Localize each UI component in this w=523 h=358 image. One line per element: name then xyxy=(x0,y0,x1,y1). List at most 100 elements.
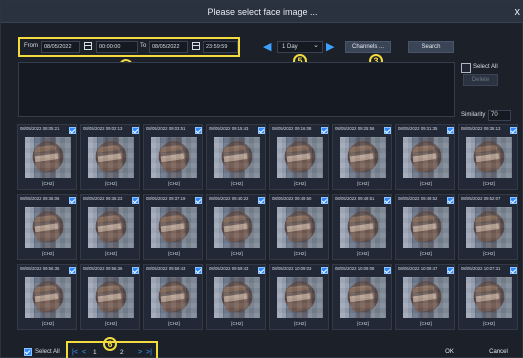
thumbnail-checkbox[interactable] xyxy=(195,197,202,204)
thumbnail-channel: [CH2] xyxy=(168,321,180,326)
thumbnail-timestamp: 08/05/2022 10:09:47 xyxy=(398,266,438,271)
face-thumbnail[interactable]: 08/05/2022 09:56:35 [CH2] xyxy=(17,264,77,330)
face-thumbnail[interactable]: 08/05/2022 09:56:36 [CH2] xyxy=(80,264,140,330)
face-image xyxy=(88,207,134,248)
face-image xyxy=(88,277,134,318)
thumbnail-checkbox[interactable] xyxy=(69,267,76,274)
face-thumbnail[interactable]: 08/05/2022 09:59:43 [CH2] xyxy=(206,264,266,330)
thumbnail-channel: [CH2] xyxy=(483,321,495,326)
face-thumbnail[interactable]: 08/05/2022 10:09:03 [CH2] xyxy=(269,264,329,330)
face-image xyxy=(340,277,386,318)
selected-face-area xyxy=(18,62,455,117)
thumbnail-checkbox[interactable] xyxy=(69,197,76,204)
thumbnail-checkbox[interactable] xyxy=(132,127,139,134)
next-range-arrow-icon[interactable]: ▶ xyxy=(326,40,334,53)
thumbnail-checkbox[interactable] xyxy=(510,197,517,204)
thumbnail-checkbox[interactable] xyxy=(258,127,265,134)
side-select-all-checkbox[interactable] xyxy=(461,63,471,73)
thumbnail-checkbox[interactable] xyxy=(321,127,328,134)
thumbnail-checkbox[interactable] xyxy=(384,127,391,134)
thumbnail-checkbox[interactable] xyxy=(258,197,265,204)
ok-button[interactable]: OK xyxy=(426,345,473,358)
thumbnail-checkbox[interactable] xyxy=(132,267,139,274)
to-time-input[interactable]: 23:59:59 xyxy=(203,41,238,53)
face-image xyxy=(340,137,386,178)
face-thumbnail[interactable]: 08/05/2022 08:05:21 [CH2] xyxy=(17,124,77,190)
from-calendar-icon[interactable] xyxy=(84,42,92,50)
channels-button[interactable]: Channels ... xyxy=(345,41,391,53)
from-time-input[interactable]: 00:00:00 xyxy=(96,41,138,53)
thumbnail-channel: [CH2] xyxy=(357,181,369,186)
thumbnail-timestamp: 08/05/2022 09:49:52 xyxy=(398,196,438,201)
to-calendar-icon[interactable] xyxy=(192,42,200,50)
thumbnail-channel: [CH2] xyxy=(168,251,180,256)
face-thumbnail[interactable]: 08/05/2022 09:25:56 [CH2] xyxy=(332,124,392,190)
thumbnail-channel: [CH2] xyxy=(42,321,54,326)
face-image xyxy=(25,137,71,178)
face-thumbnail[interactable]: 08/05/2022 09:49:52 [CH2] xyxy=(395,194,455,260)
face-thumbnail[interactable]: 08/05/2022 09:52:07 [CH2] xyxy=(458,194,518,260)
face-image xyxy=(403,277,449,318)
thumbnail-checkbox[interactable] xyxy=(195,267,202,274)
face-thumbnail[interactable]: 08/05/2022 10:09:47 [CH2] xyxy=(395,264,455,330)
face-thumbnail[interactable]: 08/05/2022 09:02:13 [CH2] xyxy=(80,124,140,190)
face-thumbnail[interactable]: 08/05/2022 09:59:43 [CH2] xyxy=(143,264,203,330)
thumbnail-timestamp: 08/05/2022 09:03:51 xyxy=(146,126,186,131)
to-date-input[interactable]: 08/05/2022 xyxy=(149,41,188,53)
side-select-all-label: Select All xyxy=(473,64,498,70)
thumbnail-timestamp: 08/05/2022 09:59:43 xyxy=(146,266,186,271)
to-label: To xyxy=(140,43,147,49)
face-thumbnail[interactable]: 08/05/2022 09:35:13 [CH2] xyxy=(458,124,518,190)
face-image xyxy=(25,207,71,248)
thumbnail-checkbox[interactable] xyxy=(321,197,328,204)
thumbnail-timestamp: 08/05/2022 09:36:23 xyxy=(83,196,123,201)
thumbnail-checkbox[interactable] xyxy=(321,267,328,274)
thumbnail-timestamp: 08/05/2022 09:02:13 xyxy=(83,126,123,131)
face-thumbnail[interactable]: 08/05/2022 09:03:51 [CH2] xyxy=(143,124,203,190)
face-thumbnail[interactable]: 08/05/2022 09:31:35 [CH2] xyxy=(395,124,455,190)
previous-range-arrow-icon[interactable]: ◀ xyxy=(263,40,271,53)
thumbnail-checkbox[interactable] xyxy=(510,127,517,134)
thumbnail-checkbox[interactable] xyxy=(132,197,139,204)
face-thumbnail[interactable]: 08/05/2022 09:37:19 [CH2] xyxy=(143,194,203,260)
face-thumbnail[interactable]: 08/05/2022 10:09:08 [CH2] xyxy=(332,264,392,330)
face-thumbnail[interactable]: 08/05/2022 09:40:22 [CH2] xyxy=(206,194,266,260)
dialog-title-bar: Please select face image ... x xyxy=(1,1,523,23)
face-image xyxy=(466,137,512,178)
thumbnail-checkbox[interactable] xyxy=(447,127,454,134)
face-thumbnail[interactable]: 08/05/2022 09:49:50 [CH2] xyxy=(269,194,329,260)
thumbnail-checkbox[interactable] xyxy=(258,267,265,274)
delete-button[interactable]: Delete xyxy=(463,74,498,86)
footer-select-all-checkbox[interactable] xyxy=(24,348,32,356)
face-thumbnail[interactable]: 08/05/2022 09:15:43 [CH2] xyxy=(206,124,266,190)
first-page-button[interactable]: |< xyxy=(72,349,78,356)
thumbnail-checkbox[interactable] xyxy=(384,197,391,204)
face-thumbnail[interactable]: 08/05/2022 09:36:23 [CH2] xyxy=(80,194,140,260)
thumbnail-checkbox[interactable] xyxy=(447,267,454,274)
thumbnail-checkbox[interactable] xyxy=(447,197,454,204)
face-select-dialog: Please select face image ... x From 08/0… xyxy=(0,0,523,358)
last-page-button[interactable]: >| xyxy=(146,349,152,356)
face-thumbnail[interactable]: 08/05/2022 09:16:08 [CH2] xyxy=(269,124,329,190)
search-button[interactable]: Search xyxy=(408,41,454,53)
previous-page-button[interactable]: < xyxy=(82,349,86,356)
close-icon[interactable]: x xyxy=(515,1,521,23)
thumbnail-checkbox[interactable] xyxy=(69,127,76,134)
range-select[interactable]: 1 Day ⌄ xyxy=(277,41,323,53)
next-page-button[interactable]: > xyxy=(138,349,142,356)
thumbnail-timestamp: 08/05/2022 09:36:06 xyxy=(20,196,60,201)
from-date-input[interactable]: 08/05/2022 xyxy=(41,41,80,53)
face-thumbnail-grid: 08/05/2022 08:05:21 [CH2] 08/05/2022 09:02… xyxy=(17,124,523,331)
thumbnail-checkbox[interactable] xyxy=(195,127,202,134)
face-thumbnail[interactable]: 08/05/2022 09:49:51 [CH2] xyxy=(332,194,392,260)
thumbnail-checkbox[interactable] xyxy=(384,267,391,274)
face-thumbnail[interactable]: 08/05/2022 09:36:06 [CH2] xyxy=(17,194,77,260)
similarity-input[interactable]: 70 xyxy=(488,110,511,121)
thumbnail-channel: [CH2] xyxy=(294,251,306,256)
cancel-button[interactable]: Cancel xyxy=(475,345,522,358)
thumbnail-checkbox[interactable] xyxy=(510,267,517,274)
thumbnail-timestamp: 08/05/2022 10:09:03 xyxy=(272,266,312,271)
face-image xyxy=(403,137,449,178)
thumbnail-timestamp: 08/05/2022 10:07:31 xyxy=(461,266,501,271)
face-thumbnail[interactable]: 08/05/2022 10:07:31 [CH2] xyxy=(458,264,518,330)
